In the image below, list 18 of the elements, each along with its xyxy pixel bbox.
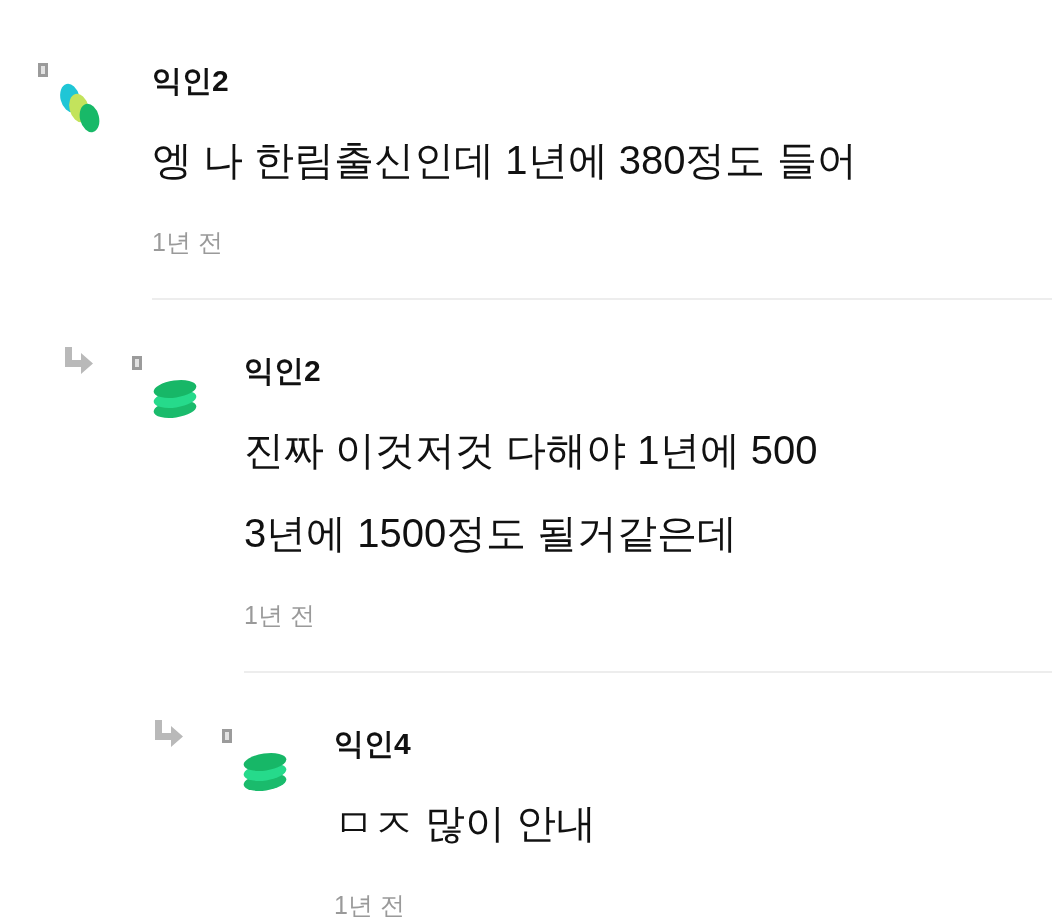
comment-text: 3년에 1500정도 될거같은데 bbox=[244, 510, 738, 556]
small-rectangle-icon bbox=[132, 356, 142, 370]
comment-time: 1년 전 bbox=[244, 600, 315, 630]
author-name: 익인4 bbox=[334, 729, 411, 759]
avatar-icon bbox=[152, 379, 198, 419]
comment-text: ㅁㅈ 많이 안내 bbox=[334, 800, 597, 846]
author-name: 익인2 bbox=[152, 66, 229, 96]
small-rectangle-icon bbox=[38, 63, 48, 77]
comment-text: 진짜 이것저것 다해야 1년에 500 bbox=[244, 427, 818, 473]
comment-time: 1년 전 bbox=[334, 890, 405, 920]
avatar-icon bbox=[60, 83, 100, 133]
comment-time: 1년 전 bbox=[152, 227, 223, 257]
small-rectangle-icon bbox=[222, 729, 232, 743]
comment-text: 엥 나 한림출신인데 1년에 380정도 들어 bbox=[152, 137, 857, 183]
author-name: 익인2 bbox=[244, 356, 321, 386]
avatar-icon bbox=[242, 752, 288, 792]
reply-arrow-icon bbox=[155, 720, 183, 747]
reply-arrow-icon bbox=[65, 347, 93, 374]
